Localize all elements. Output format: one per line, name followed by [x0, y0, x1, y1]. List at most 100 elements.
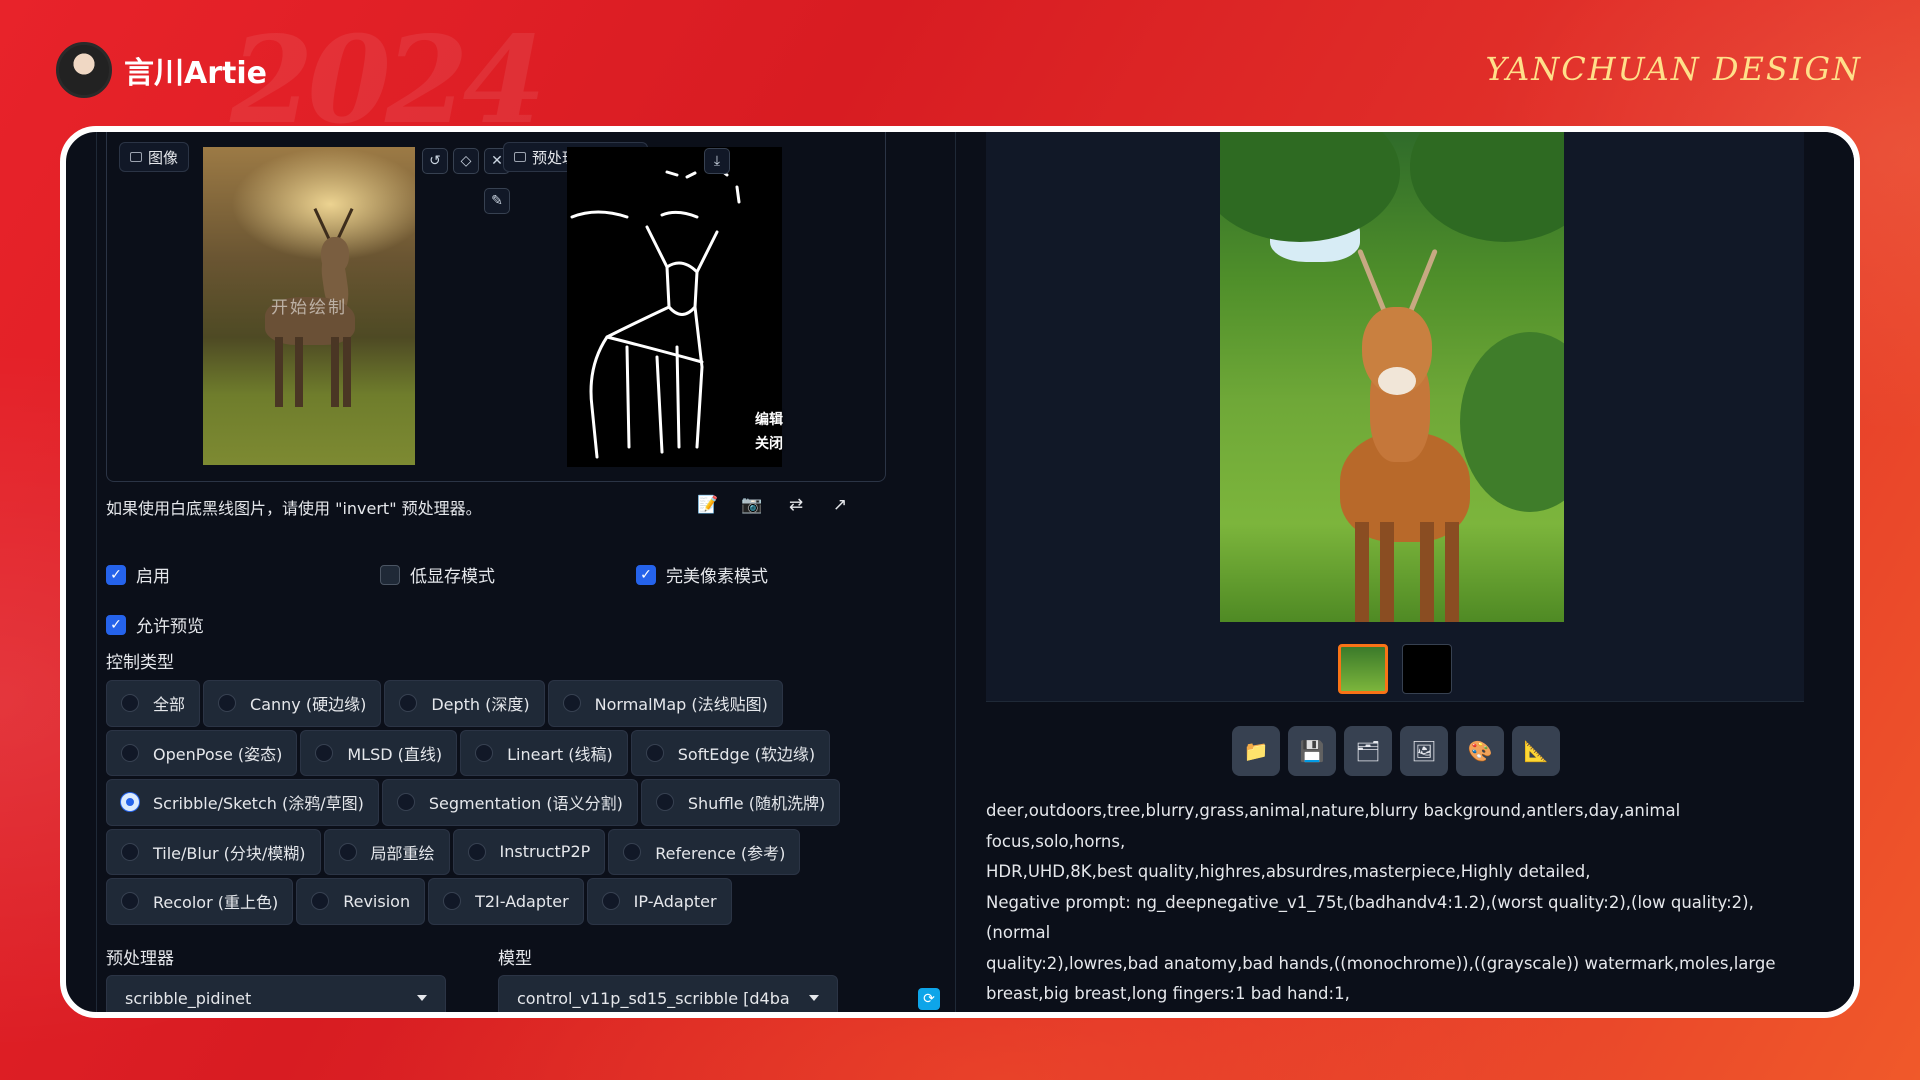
pixel-perfect-checkbox[interactable]: ✓ 完美像素模式 [636, 562, 768, 587]
thumbnail-generated[interactable] [1338, 644, 1388, 694]
deer-leg [295, 337, 303, 407]
brush-icon[interactable]: ✎ [484, 188, 510, 214]
output-gallery [986, 132, 1804, 702]
control-type-option-label: Revision [343, 891, 411, 911]
enable-checkbox[interactable]: ✓ 启用 [106, 562, 170, 587]
radio-icon [399, 694, 418, 713]
folder-icon[interactable]: 📁 [1232, 726, 1280, 776]
edit-button[interactable]: 编辑 [755, 409, 783, 429]
control-type-option-label: Recolor (重上色) [153, 893, 279, 913]
radio-icon [655, 793, 674, 812]
control-type-option[interactable]: NormalMap (法线贴图) [547, 680, 783, 727]
model-dropdown[interactable]: control_v11p_sd15_scribble [d4ba [498, 975, 838, 1012]
pixel-perfect-label: 完美像素模式 [666, 567, 768, 587]
control-type-option[interactable]: IP-Adapter [586, 878, 732, 925]
radio-icon [443, 892, 462, 911]
undo-icon[interactable]: ↺ [422, 148, 448, 174]
control-type-option-label: NormalMap (法线贴图) [594, 695, 768, 715]
radio-icon [467, 842, 486, 861]
control-type-option[interactable]: SoftEdge (软边缘) [630, 729, 831, 776]
radio-icon [645, 743, 664, 762]
checkbox-checked-icon: ✓ [106, 564, 126, 585]
preprocessor-dropdown[interactable]: scribble_pidinet [106, 975, 446, 1012]
control-type-row: Recolor (重上色) Revision T2I-Adapter IP-Adapt… [106, 878, 886, 928]
chevron-down-icon [417, 995, 427, 1001]
save-icon[interactable]: 💾 [1288, 726, 1336, 776]
eraser-icon[interactable]: ◇ [453, 148, 479, 174]
download-icon[interactable]: ⤓ [704, 148, 730, 174]
control-type-option[interactable]: Revision [296, 878, 426, 925]
swap-icon[interactable]: ⇄ [782, 492, 810, 518]
control-type-row: Tile/Blur (分块/模糊) 局部重绘 InstructP2P Referenc… [106, 828, 886, 879]
bush [1460, 332, 1564, 512]
control-type-option[interactable]: Canny (硬边缘) [203, 680, 382, 727]
palette-icon[interactable]: 🎨 [1456, 726, 1504, 776]
control-type-option-label: IP-Adapter [633, 891, 717, 911]
control-type-option-label: Canny (硬边缘) [250, 695, 367, 715]
brand-signature: YANCHUAN DESIGN [1485, 50, 1862, 88]
deer-leg [1445, 522, 1459, 622]
low-vram-checkbox[interactable]: 低显存模式 [380, 562, 495, 587]
generation-info-line: deer,outdoors,tree,blurry,grass,animal,n… [986, 801, 1681, 851]
output-panel: 📁 💾 🗂 🖼 🎨 📐 deer,outdoors,tree,blurry,gr… [986, 132, 1854, 1012]
zip-icon[interactable]: 🗂 [1344, 726, 1392, 776]
radio-icon [121, 842, 139, 861]
control-type-option-label: InstructP2P [499, 842, 591, 862]
avatar [56, 42, 112, 98]
input-image[interactable]: 开始绘制 [203, 147, 415, 465]
deer-leg [1420, 522, 1434, 622]
control-type-option-label: Scribble/Sketch (涂鸦/草图) [153, 794, 364, 814]
send-dimensions-icon[interactable]: ↗ [826, 492, 854, 518]
radio-icon [601, 892, 620, 911]
close-button[interactable]: 关闭 [755, 433, 783, 453]
scribble-sketch [570, 165, 741, 459]
document-icon[interactable]: 📝 [694, 492, 722, 518]
control-type-option[interactable]: Lineart (线稿) [460, 729, 628, 776]
control-type-option[interactable]: Tile/Blur (分块/模糊) [106, 828, 321, 875]
allow-preview-checkbox[interactable]: ✓ 允许预览 [106, 612, 204, 637]
radio-icon [623, 842, 642, 861]
control-type-option[interactable]: Depth (深度) [384, 680, 545, 727]
generated-image[interactable] [1220, 132, 1564, 622]
radio-icon [475, 743, 494, 762]
thumbnail-sketch[interactable] [1402, 644, 1452, 694]
camera-icon[interactable]: 📷 [738, 492, 766, 518]
gallery-thumbnails [1338, 644, 1452, 694]
control-type-option[interactable]: 全部 [106, 680, 201, 727]
control-type-row: 全部 Canny (硬边缘) Depth (深度) NormalMap (法线贴图) [106, 680, 886, 730]
image-tab[interactable]: 图像 [119, 142, 190, 172]
edit-close-badge: 编辑 关闭 [755, 409, 783, 453]
image-tab-label: 图像 [148, 148, 179, 167]
control-type-option-label: 局部重绘 [370, 843, 435, 863]
refresh-icon[interactable]: ⟳ [918, 988, 940, 1010]
control-type-option[interactable]: 局部重绘 [323, 828, 450, 875]
control-type-option-label: Depth (深度) [431, 695, 530, 715]
control-type-option-label: SoftEdge (软边缘) [677, 744, 816, 764]
radio-icon [396, 793, 415, 812]
generation-info-line: Negative prompt: ng_deepnegative_v1_75t,… [986, 892, 1754, 943]
control-type-option[interactable]: MLSD (直线) [300, 729, 458, 776]
control-type-option[interactable]: InstructP2P [452, 828, 606, 875]
radio-icon [121, 694, 139, 713]
control-type-option[interactable]: Shuffle (随机洗牌) [640, 779, 841, 826]
control-type-option[interactable]: Scribble/Sketch (涂鸦/草图) [106, 779, 379, 826]
deer-leg [343, 337, 351, 407]
low-vram-label: 低显存模式 [410, 567, 495, 587]
control-type-option-label: Lineart (线稿) [507, 744, 613, 764]
radio-icon [121, 743, 139, 762]
control-type-option[interactable]: Reference (参考) [608, 828, 801, 875]
model-label: 模型 [498, 949, 532, 969]
allow-preview-label: 允许预览 [136, 617, 204, 637]
image-send-icon[interactable]: 🖼 [1400, 726, 1448, 776]
deer-leg [275, 337, 283, 407]
control-type-option-label: Reference (参考) [655, 843, 786, 863]
control-type-option[interactable]: Recolor (重上色) [106, 878, 294, 925]
control-type-option[interactable]: Segmentation (语义分割) [381, 779, 638, 826]
image-tools: 📝 📷 ⇄ ↗ [694, 492, 854, 518]
radio-icon [562, 694, 581, 713]
control-type-option[interactable]: OpenPose (姿态) [106, 729, 298, 776]
checkbox-checked-icon: ✓ [636, 564, 656, 585]
control-type-option[interactable]: T2I-Adapter [428, 878, 584, 925]
ruler-icon[interactable]: 📐 [1512, 726, 1560, 776]
radio-icon [311, 892, 330, 911]
